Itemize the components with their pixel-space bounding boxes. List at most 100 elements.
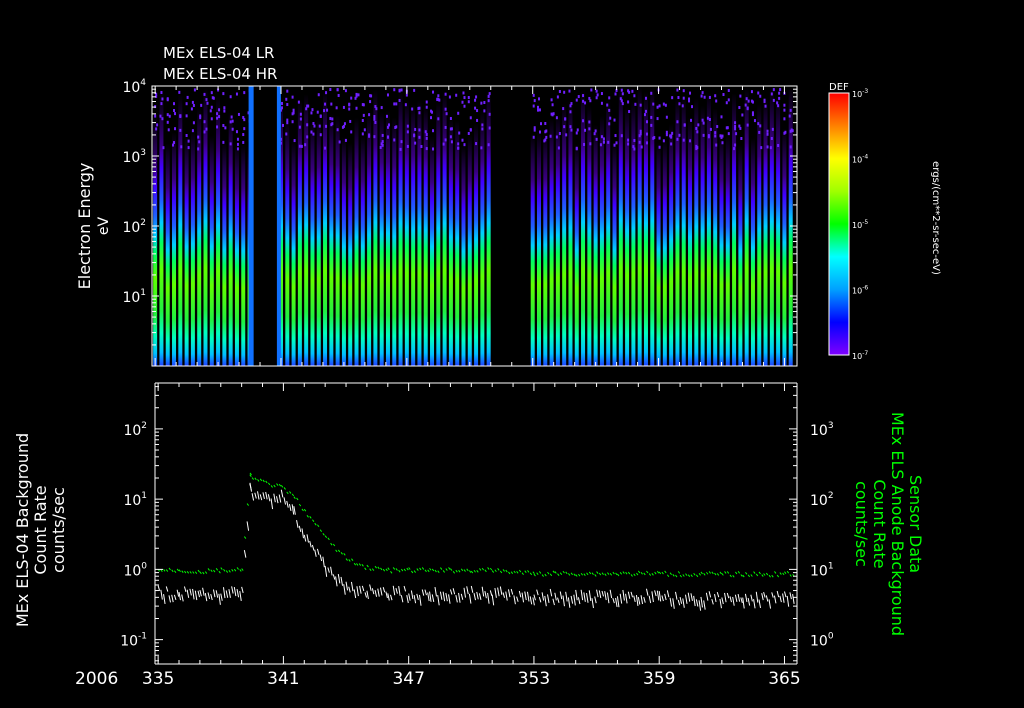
right-tick-label: 101 (810, 561, 834, 579)
series-point (677, 599, 681, 606)
orbit-stripe (593, 124, 598, 366)
speckle (222, 92, 225, 96)
orbit-stripe (216, 95, 221, 366)
series-point (682, 598, 685, 608)
speckle (739, 94, 742, 98)
series-point (745, 572, 748, 575)
series-point (452, 588, 456, 595)
series-point (319, 554, 323, 562)
series-point (672, 574, 675, 577)
orbit-stripe (348, 142, 353, 366)
series-point (705, 592, 709, 601)
speckle (231, 127, 234, 131)
series-point (410, 590, 414, 600)
speckle (582, 99, 585, 103)
series-point (630, 574, 633, 577)
speckle (348, 103, 351, 107)
series-point (442, 570, 446, 573)
speckle (449, 135, 452, 139)
orbit-stripe (165, 143, 170, 366)
speckle (324, 146, 327, 150)
orbit-stripe (669, 123, 674, 366)
series-point (549, 573, 553, 577)
speckle (608, 96, 611, 100)
series-point (400, 568, 404, 572)
series-point (337, 549, 341, 553)
series-point (332, 543, 336, 547)
series-point (636, 572, 639, 576)
series-point (575, 589, 578, 601)
speckle (539, 108, 541, 112)
series-point (559, 591, 563, 600)
speckle (676, 137, 679, 141)
series-point (502, 592, 506, 598)
speckle (187, 139, 190, 143)
speckle (319, 114, 322, 118)
orbit-stripe (467, 134, 472, 366)
series-point (648, 573, 652, 576)
series-point (596, 589, 599, 598)
speckle (463, 96, 466, 100)
speckle (317, 93, 320, 97)
series-point (403, 568, 406, 572)
speckle (532, 135, 535, 139)
series-point (719, 571, 722, 575)
speckle (789, 129, 792, 133)
series-point (557, 597, 560, 603)
speckle (576, 128, 579, 132)
orbit-stripe (555, 114, 560, 367)
series-point (165, 586, 169, 592)
series-point (711, 599, 714, 605)
speckle (211, 96, 214, 100)
speckle (584, 101, 587, 105)
speckle (192, 104, 195, 108)
speckle (619, 97, 622, 101)
series-point (497, 567, 500, 571)
series-point (672, 598, 675, 609)
speckle (682, 89, 685, 93)
speckle (186, 95, 189, 99)
speckle (398, 89, 401, 93)
series-point (761, 574, 764, 577)
series-point (314, 549, 317, 557)
orbit-stripe (172, 132, 177, 366)
speckle (469, 116, 472, 120)
series-point (664, 570, 667, 574)
series-point (616, 596, 620, 608)
series-point (416, 593, 419, 600)
speckle (230, 115, 233, 119)
speckle (778, 91, 781, 95)
series-point (369, 584, 372, 591)
series-point (489, 590, 493, 596)
series-point (243, 550, 247, 558)
series-point (278, 483, 282, 487)
speckle (292, 108, 295, 112)
speckle (613, 118, 616, 122)
series-point (270, 485, 273, 488)
series-point (359, 585, 362, 594)
series-point (565, 571, 568, 575)
series-point (529, 572, 533, 576)
series-point (784, 571, 787, 575)
series-point (598, 590, 602, 599)
series-point (424, 569, 427, 573)
series-point (257, 479, 260, 482)
series-point (431, 568, 435, 572)
speckle (688, 99, 691, 103)
series-point (186, 571, 190, 574)
series-point (763, 592, 766, 598)
speckle (298, 125, 301, 129)
series-point (364, 567, 367, 571)
speckle (316, 110, 319, 114)
series-point (174, 570, 177, 573)
series-point (460, 568, 464, 572)
series-point (724, 571, 727, 574)
series-point (160, 569, 163, 572)
series-point (202, 587, 205, 596)
series-point (604, 573, 607, 576)
speckle (738, 124, 741, 128)
series-point (181, 594, 184, 602)
orbit-stripe (757, 103, 762, 366)
series-point (518, 590, 522, 598)
series-point (178, 569, 181, 572)
